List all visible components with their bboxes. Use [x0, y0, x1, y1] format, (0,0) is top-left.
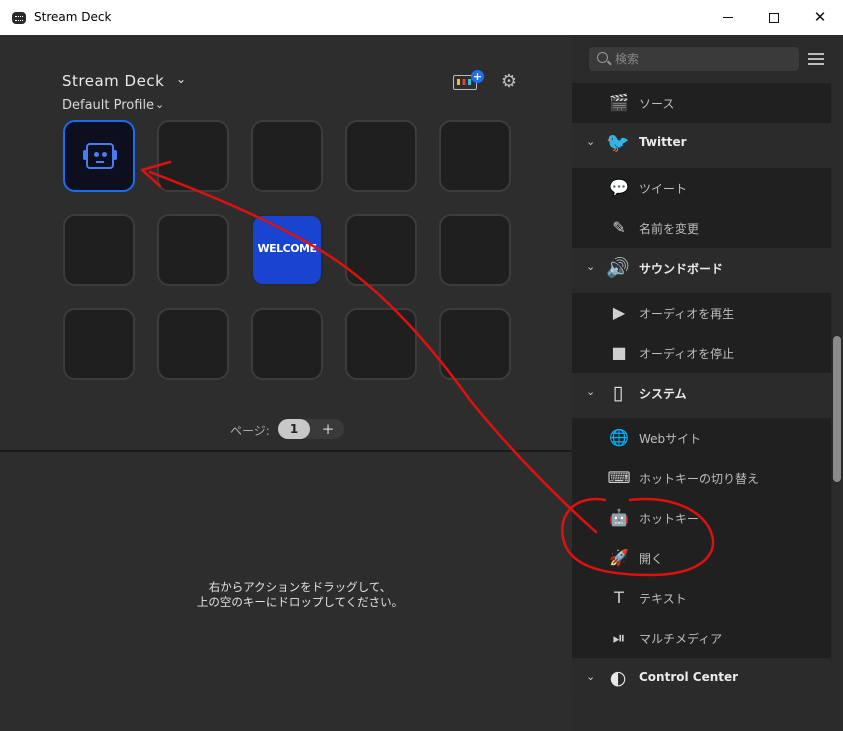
- chevron-down-icon[interactable]: ⌄: [586, 260, 600, 273]
- maximize-icon: [769, 12, 779, 23]
- action-category[interactable]: ⌄ 🐦 Twitter: [572, 123, 831, 163]
- action-label: 名前を変更: [639, 222, 700, 236]
- list-view-toggle[interactable]: [808, 52, 824, 66]
- minimize-icon: [723, 17, 733, 18]
- text-icon: T: [614, 588, 624, 607]
- stream-deck-key[interactable]: [157, 214, 229, 286]
- action-label: オーディオを再生: [639, 307, 735, 321]
- page-label: ページ:: [230, 424, 270, 438]
- stream-deck-key[interactable]: [157, 308, 229, 380]
- action-item[interactable]: 🎬 ソース: [572, 83, 831, 123]
- page-1-button[interactable]: 1: [278, 419, 310, 439]
- stream-deck-key[interactable]: [345, 120, 417, 192]
- window-title: Stream Deck: [34, 10, 112, 24]
- system-icon: ▯: [612, 382, 624, 404]
- action-category[interactable]: ⌄ 🔊 サウンドボード: [572, 248, 831, 288]
- action-item[interactable]: ⏯ マルチメディア: [572, 618, 831, 658]
- play-icon: ▶: [612, 303, 626, 322]
- scrollbar-thumb[interactable]: [833, 336, 841, 482]
- action-item[interactable]: ✎ 名前を変更: [572, 208, 831, 248]
- action-label: システム: [639, 387, 687, 401]
- add-page-button[interactable]: +: [318, 419, 338, 439]
- action-label: 開く: [639, 552, 664, 566]
- action-label: マルチメディア: [639, 632, 723, 646]
- action-item[interactable]: ▶ オーディオを再生: [572, 293, 831, 333]
- action-label: Twitter: [639, 135, 687, 149]
- robot-icon: [83, 140, 117, 172]
- clapper-icon: 🎬: [609, 93, 629, 112]
- stream-deck-key[interactable]: [157, 120, 229, 192]
- device-selector[interactable]: Stream Deck: [62, 72, 164, 90]
- globe-icon: 🌐: [609, 428, 629, 447]
- title-bar: Stream Deck ✕: [0, 0, 843, 35]
- action-item[interactable]: 🚀 開く: [572, 538, 831, 578]
- settings-button[interactable]: ⚙: [499, 72, 519, 92]
- action-item[interactable]: T テキスト: [572, 578, 831, 618]
- action-item[interactable]: 💬 ツイート: [572, 168, 831, 208]
- stream-deck-app-icon: [12, 12, 26, 24]
- action-label: テキスト: [639, 592, 687, 606]
- action-label: サウンドボード: [639, 262, 724, 276]
- drop-hint: 右からアクションをドラッグして、 上の空のキーにドロップしてください。: [150, 580, 450, 610]
- stream-deck-key[interactable]: [345, 308, 417, 380]
- welcome-key-label: WELCOME: [257, 242, 317, 255]
- action-label: ソース: [639, 97, 675, 111]
- stream-deck-key[interactable]: [63, 120, 135, 192]
- action-label: Control Center: [639, 670, 739, 684]
- tweet-icon: 💬: [609, 178, 629, 197]
- action-category[interactable]: ⌄ ◐ Control Center: [572, 658, 831, 698]
- search-icon: [597, 52, 608, 63]
- add-device-button[interactable]: +: [451, 70, 485, 92]
- minimize-button[interactable]: [705, 0, 751, 35]
- profile-selector[interactable]: Default Profile: [62, 98, 154, 113]
- control-center-icon: ◐: [609, 667, 627, 689]
- action-item[interactable]: ■ オーディオを停止: [572, 333, 831, 373]
- chevron-down-icon[interactable]: ⌄: [586, 135, 600, 148]
- action-label: ツイート: [639, 182, 688, 196]
- multimedia-icon: ⏯: [612, 628, 626, 647]
- stream-deck-key[interactable]: [63, 214, 135, 286]
- plus-icon: +: [471, 70, 484, 83]
- chevron-down-icon[interactable]: ⌄: [586, 385, 600, 398]
- twitter-icon: 🐦: [606, 132, 630, 154]
- stream-deck-key[interactable]: [251, 120, 323, 192]
- action-category[interactable]: ⌄ ▯ システム: [572, 373, 831, 413]
- action-label: Webサイト: [639, 432, 702, 446]
- maximize-button[interactable]: [751, 0, 797, 35]
- action-item[interactable]: 🤖 ホットキー: [572, 498, 831, 538]
- action-label: ホットキー: [639, 512, 700, 526]
- chevron-down-icon[interactable]: ⌄: [176, 72, 186, 86]
- stream-deck-key[interactable]: [439, 120, 511, 192]
- search-input[interactable]: [589, 47, 799, 71]
- action-label: ホットキーの切り替え: [639, 472, 760, 486]
- close-icon: ✕: [813, 8, 827, 26]
- open-icon: 🚀: [609, 548, 629, 567]
- chevron-down-icon[interactable]: ⌄: [155, 98, 164, 111]
- stream-deck-key[interactable]: [63, 308, 135, 380]
- stream-deck-key[interactable]: [251, 308, 323, 380]
- stream-deck-key[interactable]: WELCOME: [251, 214, 323, 286]
- stop-icon: ■: [611, 343, 627, 362]
- gear-icon: ⚙: [500, 71, 518, 92]
- action-item[interactable]: ⌨ ホットキーの切り替え: [572, 458, 831, 498]
- drop-hint-line: 右からアクションをドラッグして、: [208, 580, 392, 594]
- speaker-icon: 🔊: [606, 257, 630, 279]
- stream-deck-key[interactable]: [439, 308, 511, 380]
- action-label: オーディオを停止: [639, 347, 735, 361]
- close-button[interactable]: ✕: [797, 0, 843, 35]
- action-item[interactable]: 🌐 Webサイト: [572, 418, 831, 458]
- hotkey-icon: 🤖: [609, 508, 629, 527]
- stream-deck-key[interactable]: [345, 214, 417, 286]
- hotkey-switch-icon: ⌨: [607, 468, 631, 487]
- rename-icon: ✎: [612, 218, 626, 237]
- stream-deck-key[interactable]: [439, 214, 511, 286]
- drop-hint-line: 上の空のキーにドロップしてください。: [196, 595, 404, 609]
- chevron-down-icon[interactable]: ⌄: [586, 670, 600, 683]
